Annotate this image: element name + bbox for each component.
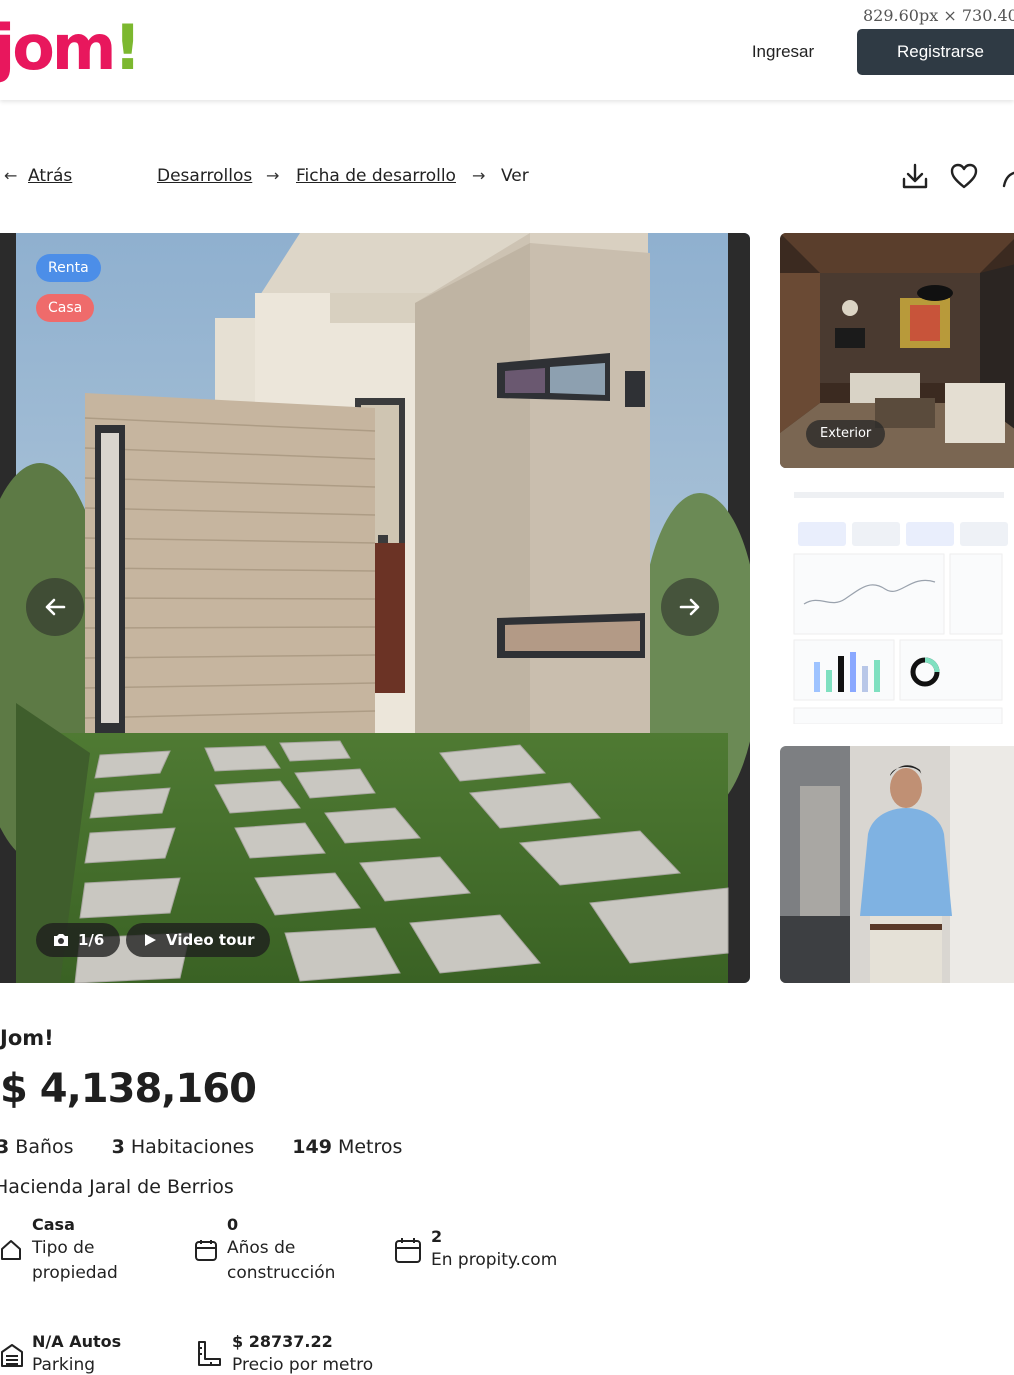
thumbnail-label: Exterior: [806, 420, 886, 448]
logo-bang: !: [113, 11, 141, 84]
feature-label: Parking: [32, 1355, 96, 1375]
heart-icon[interactable]: [948, 160, 980, 192]
arrow-right-icon: [679, 598, 700, 616]
register-button[interactable]: Registrarse: [857, 29, 1014, 75]
feature-price-per-meter: $ 28737.22 Precio por metro: [232, 1331, 373, 1375]
feature-value: 2: [431, 1227, 443, 1246]
breadcrumb-ficha[interactable]: Ficha de desarrollo: [296, 165, 456, 187]
house-icon: [1, 1240, 21, 1260]
feature-label: Precio por metro: [232, 1355, 374, 1375]
badge-renta: Renta: [36, 254, 101, 282]
video-tour-button[interactable]: Video tour: [126, 923, 271, 957]
photo-counter[interactable]: 1/6: [36, 923, 121, 957]
breadcrumb-current: Ver: [501, 166, 529, 186]
badge-casa: Casa: [36, 294, 95, 322]
photo-counter-text: 1/6: [78, 931, 105, 949]
feature-property-type: Casa Tipo de propiedad: [32, 1214, 118, 1286]
agent-photo-image: [780, 746, 1014, 983]
property-stats: 3 Baños 3 Habitaciones 149 Metros: [0, 1136, 434, 1158]
jom-logo[interactable]: jom!: [0, 8, 142, 88]
dashboard-screenshot-image: [780, 484, 1014, 724]
arrow-left-icon: [45, 598, 66, 616]
calendar-icon: [395, 1238, 421, 1263]
feature-construction-years: 0 Años de construcción: [227, 1214, 335, 1286]
feature-value: $ 28737.22: [232, 1332, 333, 1351]
breadcrumb-desarrollos[interactable]: Desarrollos: [157, 165, 252, 187]
thumbnail-agent[interactable]: [780, 746, 1014, 983]
feature-label: propiedad: [32, 1263, 118, 1283]
feature-label: En propity.com: [431, 1250, 558, 1270]
rooms-stat: 3 Habitaciones: [111, 1136, 255, 1158]
login-button[interactable]: Ingresar: [736, 34, 830, 70]
thumbnail-dashboard[interactable]: [780, 484, 1014, 724]
property-location: Hacienda Jaral de Berrios: [0, 1176, 234, 1198]
calendar-icon: [195, 1240, 217, 1261]
download-icon[interactable]: [899, 160, 931, 192]
feature-value: N/A Autos: [32, 1332, 122, 1351]
logo-text: jom: [0, 11, 116, 84]
ruler-area-icon: [198, 1341, 221, 1366]
back-arrow-icon: ←: [4, 166, 18, 185]
video-tour-label: Video tour: [166, 931, 255, 949]
property-price: $ 4,138,160: [0, 1066, 257, 1112]
prev-photo-button[interactable]: [26, 578, 84, 636]
feature-label: Tipo de: [32, 1238, 95, 1258]
feature-parking: N/A Autos Parking: [32, 1331, 121, 1375]
feature-value: 0: [227, 1215, 239, 1234]
feature-label: construcción: [227, 1263, 336, 1283]
house-render-image: [0, 233, 750, 983]
developer-name: Jom!: [0, 1026, 54, 1050]
dimension-readout: 829.60px × 730.40px: [863, 6, 1014, 25]
main-property-photo[interactable]: [0, 233, 750, 983]
baths-stat: 3 Baños: [0, 1136, 74, 1158]
back-link[interactable]: Atrás: [28, 165, 72, 187]
top-header: jom! 829.60px × 730.40px Ingresar Regist…: [0, 0, 1014, 100]
feature-value: Casa: [32, 1215, 75, 1234]
breadcrumb-arrow-icon: →: [472, 166, 486, 185]
play-icon: [145, 934, 156, 946]
share-icon[interactable]: [998, 160, 1014, 192]
garage-icon: [1, 1344, 23, 1367]
camera-icon: [54, 934, 68, 946]
feature-label: Años de: [227, 1238, 296, 1258]
meters-stat: 149 Metros: [292, 1136, 403, 1158]
breadcrumb-arrow-icon: →: [266, 166, 280, 185]
next-photo-button[interactable]: [661, 578, 719, 636]
feature-propity: 2 En propity.com: [431, 1226, 557, 1273]
